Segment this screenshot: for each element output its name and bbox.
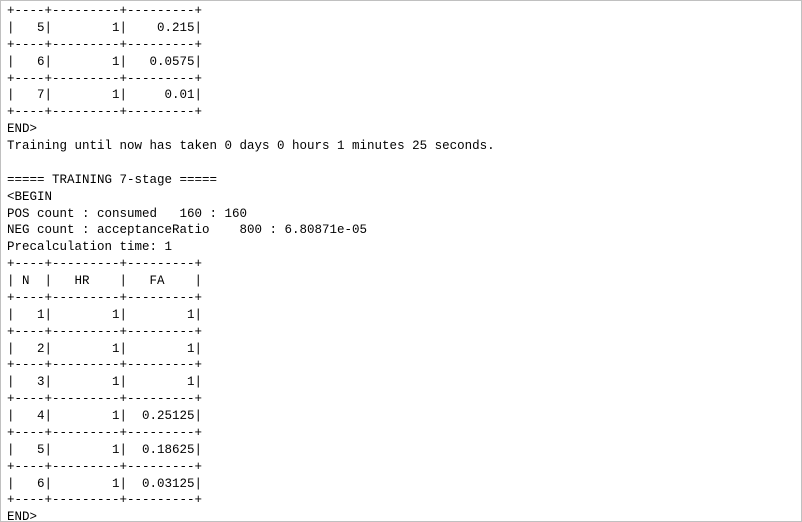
table-row: | 6| 1| 0.0575| <box>7 55 202 69</box>
table-header: | N | HR | FA | <box>7 274 202 288</box>
neg-count-line: NEG count : acceptanceRatio 800 : 6.8087… <box>7 223 367 237</box>
separator: +----+---------+---------+ <box>7 291 202 305</box>
separator: +----+---------+---------+ <box>7 392 202 406</box>
table-row: | 5| 1| 0.18625| <box>7 443 202 457</box>
table-row: | 6| 1| 0.03125| <box>7 477 202 491</box>
table-row: | 4| 1| 0.25125| <box>7 409 202 423</box>
pos-count-line: POS count : consumed 160 : 160 <box>7 207 247 221</box>
end-marker: END> <box>7 122 37 136</box>
separator: +----+---------+---------+ <box>7 38 202 52</box>
separator: +----+---------+---------+ <box>7 72 202 86</box>
table-row: | 2| 1| 1| <box>7 342 202 356</box>
separator: +----+---------+---------+ <box>7 105 202 119</box>
precalc-line: Precalculation time: 1 <box>7 240 172 254</box>
table-row: | 5| 1| 0.215| <box>7 21 202 35</box>
timing-line: Training until now has taken 0 days 0 ho… <box>7 139 495 153</box>
separator: +----+---------+---------+ <box>7 257 202 271</box>
separator: +----+---------+---------+ <box>7 358 202 372</box>
end-marker: END> <box>7 510 37 521</box>
console-output[interactable]: +----+---------+---------+ | 5| 1| 0.215… <box>1 1 801 521</box>
begin-marker: <BEGIN <box>7 190 52 204</box>
separator: +----+---------+---------+ <box>7 325 202 339</box>
table-row: | 1| 1| 1| <box>7 308 202 322</box>
separator: +----+---------+---------+ <box>7 4 202 18</box>
table-row: | 3| 1| 1| <box>7 375 202 389</box>
separator: +----+---------+---------+ <box>7 426 202 440</box>
stage-title: ===== TRAINING 7-stage ===== <box>7 173 217 187</box>
separator: +----+---------+---------+ <box>7 493 202 507</box>
table-row: | 7| 1| 0.01| <box>7 88 202 102</box>
separator: +----+---------+---------+ <box>7 460 202 474</box>
